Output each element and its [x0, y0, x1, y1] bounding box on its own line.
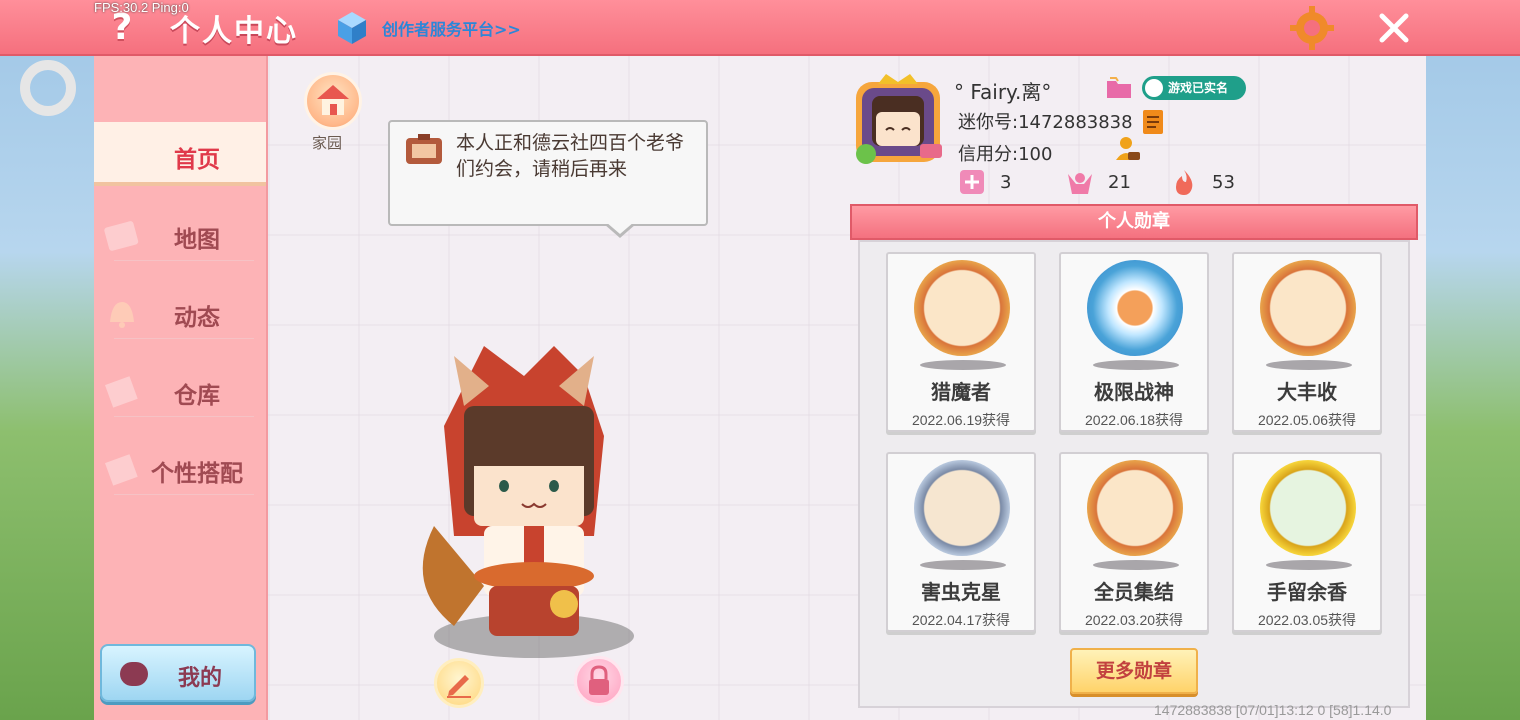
mine-icon [120, 662, 148, 686]
pencil-icon [447, 675, 471, 698]
sidebar-item-outfit[interactable]: 个性搭配 [94, 436, 266, 500]
realname-badge: 游戏已实名 [1142, 76, 1246, 100]
edit-button[interactable] [434, 658, 484, 708]
folder-icon[interactable] [1106, 76, 1132, 100]
plus-star-icon [960, 170, 984, 194]
fps-readout: FPS:30.2 Ping:0 [94, 0, 189, 15]
page-title: 个人中心 [170, 14, 298, 49]
medal-harvest-icon [1260, 260, 1356, 356]
top-bar: ? 个人中心 创作者服务平台>> [0, 0, 1520, 56]
mini-id: 迷你号:1472883838 [958, 112, 1133, 133]
sidebar-item-label: 地图 [174, 227, 220, 253]
close-icon[interactable] [1372, 6, 1416, 50]
home-label: 家园 [312, 134, 343, 152]
sidebar-item-label: 首页 [174, 147, 220, 173]
lock-button[interactable] [574, 656, 624, 706]
creator-platform-link[interactable]: 创作者服务平台>> [382, 16, 521, 40]
medal-card[interactable]: 猎魔者 2022.06.19获得 [886, 252, 1036, 432]
mailbox-icon [406, 134, 442, 164]
medal-fragrance-icon [1260, 460, 1356, 556]
medal-card[interactable]: 大丰收 2022.05.06获得 [1232, 252, 1382, 432]
copy-icon[interactable] [1140, 108, 1166, 136]
stat-flame: 53 [1170, 168, 1250, 198]
medal-boss-icon [1087, 260, 1183, 356]
realname-badge-text: 游戏已实名 [1168, 81, 1229, 95]
cube-icon [338, 12, 366, 44]
footer-info: 1472883838 [07/01]13:12 0 [58]1.14.0 [1154, 702, 1392, 718]
medal-card[interactable]: 全员集结 2022.03.20获得 [1059, 452, 1209, 632]
mine-label: 我的 [178, 666, 223, 691]
status-text: 本人正和德云社四百个老爷们约会，请稍后再来 [456, 132, 685, 180]
medal-pest-icon [914, 460, 1010, 556]
medal-card[interactable]: 极限战神 2022.06.18获得 [1059, 252, 1209, 432]
medal-card[interactable]: 手留余香 2022.03.05获得 [1232, 452, 1382, 632]
sidebar-item-map[interactable]: 地图 [94, 202, 266, 266]
medal-hunter-icon [914, 260, 1010, 356]
medal-card[interactable]: 害虫克星 2022.04.17获得 [886, 452, 1036, 632]
more-medals-button[interactable]: 更多勋章 [1070, 648, 1198, 694]
medal-assemble-icon [1087, 460, 1183, 556]
player-character [422, 346, 634, 658]
sidebar-item-warehouse[interactable]: 仓库 [94, 358, 266, 422]
status-bubble: 本人正和德云社四百个老爷们约会，请稍后再来 [388, 120, 708, 238]
mine-button[interactable]: 我的 [100, 644, 256, 702]
house-icon [317, 85, 349, 115]
user-check-icon [1145, 79, 1163, 97]
sidebar-item-feed[interactable]: 动态 [94, 280, 266, 344]
floating-circle-button[interactable] [20, 60, 76, 116]
sidebar-item-label: 仓库 [174, 383, 220, 409]
stat-plus: 3 [958, 168, 1018, 198]
sidebar: 首页 地图 动态 仓库 个性搭配 我的 [94, 56, 268, 720]
sidebar-item-home[interactable]: 首页 [94, 122, 266, 186]
sidebar-item-label: 动态 [174, 305, 220, 331]
gear-icon[interactable] [1290, 6, 1334, 50]
home-button[interactable] [304, 72, 362, 130]
sidebar-item-label: 个性搭配 [151, 461, 243, 487]
avatar[interactable] [850, 72, 946, 168]
lock-icon [589, 665, 609, 695]
cheer-icon [1068, 173, 1092, 194]
main-panel: 首页 地图 动态 仓库 个性搭配 我的 家园 本人正和德云社四百个老爷们约会，请… [94, 56, 1426, 720]
credit-score: 信用分:100 [958, 144, 1053, 165]
stat-cheer: 21 [1066, 168, 1146, 198]
credit-user-icon[interactable] [1114, 134, 1142, 164]
medal-section-title: 个人勋章 [850, 204, 1418, 240]
nickname: ° Fairy.离° [954, 80, 1052, 104]
flame-icon [1176, 170, 1193, 195]
